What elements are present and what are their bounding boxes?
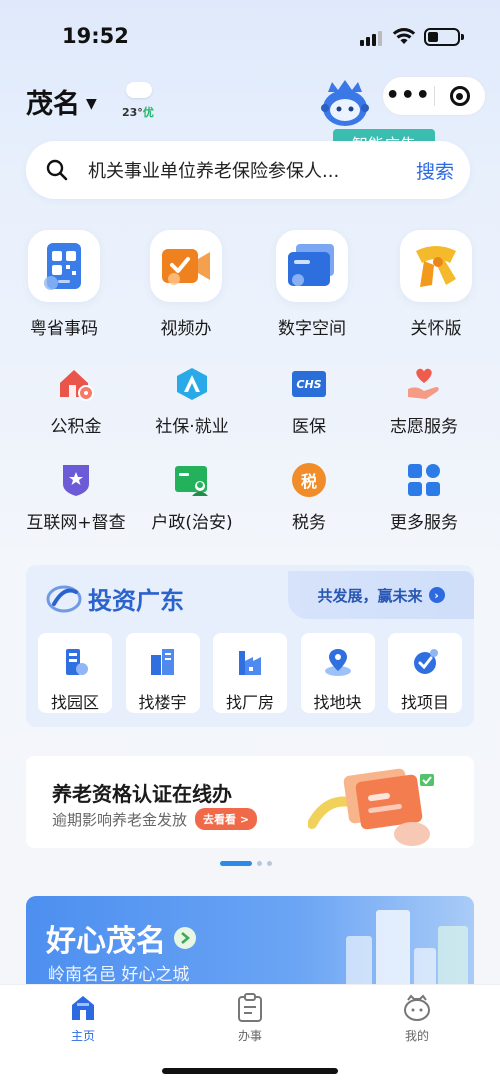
weather-temp: 23° [122,106,143,119]
service-label: 关怀版 [410,319,462,339]
invest-item-factory[interactable]: 找厂房 [213,633,287,713]
invest-slogan[interactable]: 共发展，赢未来 › [288,571,474,619]
service-label: 志愿服务 [390,417,458,437]
city-card[interactable]: 好心茂名 岭南名邑 好心之城 [26,896,474,996]
service-housing-fund[interactable]: 公积金 [21,366,131,437]
service-care-mode[interactable]: 关怀版 [381,230,491,339]
qr-code-icon [28,230,100,302]
invest-logo-icon [46,585,82,612]
service-label: 数字空间 [278,319,346,339]
service-social-security[interactable]: 社保·就业 [137,366,247,437]
service-label: 互联网+督查 [26,513,126,533]
city-selector[interactable]: 茂名 ▼ [26,82,97,121]
signal-icon [360,30,384,46]
tax-icon: 税 [291,462,327,498]
cloud-icon [126,82,152,98]
service-household-registration[interactable]: 户政(治安) [137,462,247,533]
service-volunteer[interactable]: 志愿服务 [369,366,479,437]
invest-item-project[interactable]: 找项目 [388,633,462,713]
land-pin-icon [324,649,351,676]
invest-title[interactable]: 投资广东 [46,581,184,616]
chevron-down-icon: ▼ [86,95,97,112]
tab-label: 我的 [404,1029,429,1043]
assistant-mascot-icon[interactable] [318,78,372,128]
tab-home[interactable]: 主页 [33,993,133,1044]
search-input[interactable]: 机关事业单位养老保险参保人... [88,157,400,183]
city-card-subtitle: 岭南名邑 好心之城 [48,965,190,985]
invest-item-land[interactable]: 找地块 [300,633,375,713]
building-icon [150,649,174,675]
service-label: 视频办 [160,319,212,339]
promo-banner[interactable]: 养老资格认证在线办 逾期影响养老金发放 去看看 > [26,756,474,848]
service-label: 更多服务 [390,513,458,533]
service-more[interactable]: 更多服务 [369,462,479,533]
profile-icon [367,993,467,1023]
service-digital-space[interactable]: 数字空间 [257,230,367,339]
tab-label: 主页 [70,1029,95,1043]
close-target-icon[interactable] [434,86,485,106]
invest-item-park[interactable]: 找园区 [38,633,112,713]
service-label: 公积金 [50,417,102,437]
factory-icon [239,651,261,675]
id-card-icon [174,462,210,498]
heart-hand-icon [406,366,442,402]
certificate-illustration-icon [307,764,448,848]
service-label: 税务 [292,513,326,533]
invest-guangdong-card: 投资广东 共发展，赢未来 › 找园区 找楼宇 找厂房 找地块 找项目 [26,565,474,727]
search-bar[interactable]: 机关事业单位养老保险参保人... 搜索 [26,141,470,199]
service-internet-supervision[interactable]: 互联网+督查 [21,462,131,533]
status-time: 19:52 [62,24,129,48]
service-label: 粤省事码 [30,319,98,339]
search-icon [26,159,88,181]
service-label: 社保·就业 [155,417,229,437]
scarf-icon [400,230,472,302]
chevron-right-icon [174,927,196,949]
miniprogram-capsule: ••• [382,76,486,116]
service-label: 户政(治安) [151,513,233,533]
shield-star-icon [58,462,94,498]
banner-subtitle: 逾期影响养老金发放 [52,810,188,829]
video-camera-icon [150,230,222,302]
wifi-icon [392,26,416,46]
service-label: 医保 [292,417,326,437]
search-button[interactable]: 搜索 [400,157,470,184]
carousel-indicator [220,861,272,866]
more-dots-icon[interactable]: ••• [383,85,434,107]
folder-icon [276,230,348,302]
city-name: 茂名 [26,89,80,120]
park-icon [66,649,88,675]
service-yueshengshi-code[interactable]: 粤省事码 [9,230,119,339]
tab-label: 办事 [237,1029,262,1043]
social-security-icon [174,366,210,402]
tab-profile[interactable]: 我的 [367,993,467,1044]
house-coin-icon [58,366,94,402]
tab-services[interactable]: 办事 [200,993,300,1044]
home-icon [33,993,133,1023]
weather-widget[interactable]: 23°优 [122,82,162,122]
grid-icon [406,462,442,498]
service-video[interactable]: 视频办 [131,230,241,339]
banner-title: 养老资格认证在线办 [52,782,232,806]
banner-cta-button[interactable]: 去看看 > [195,808,258,830]
service-tax[interactable]: 税 税务 [254,462,364,533]
chs-icon: CHS [291,366,327,402]
battery-icon [424,28,464,46]
invest-item-building[interactable]: 找楼宇 [125,633,200,713]
chevron-right-icon: › [428,587,445,603]
status-bar: 19:52 [0,0,500,70]
clipboard-icon [200,993,300,1023]
air-quality: 优 [142,106,154,119]
project-icon [414,649,438,674]
home-indicator [162,1068,338,1074]
service-medical-insurance[interactable]: CHS 医保 [254,366,364,437]
city-card-title: 好心茂名 [46,924,166,959]
